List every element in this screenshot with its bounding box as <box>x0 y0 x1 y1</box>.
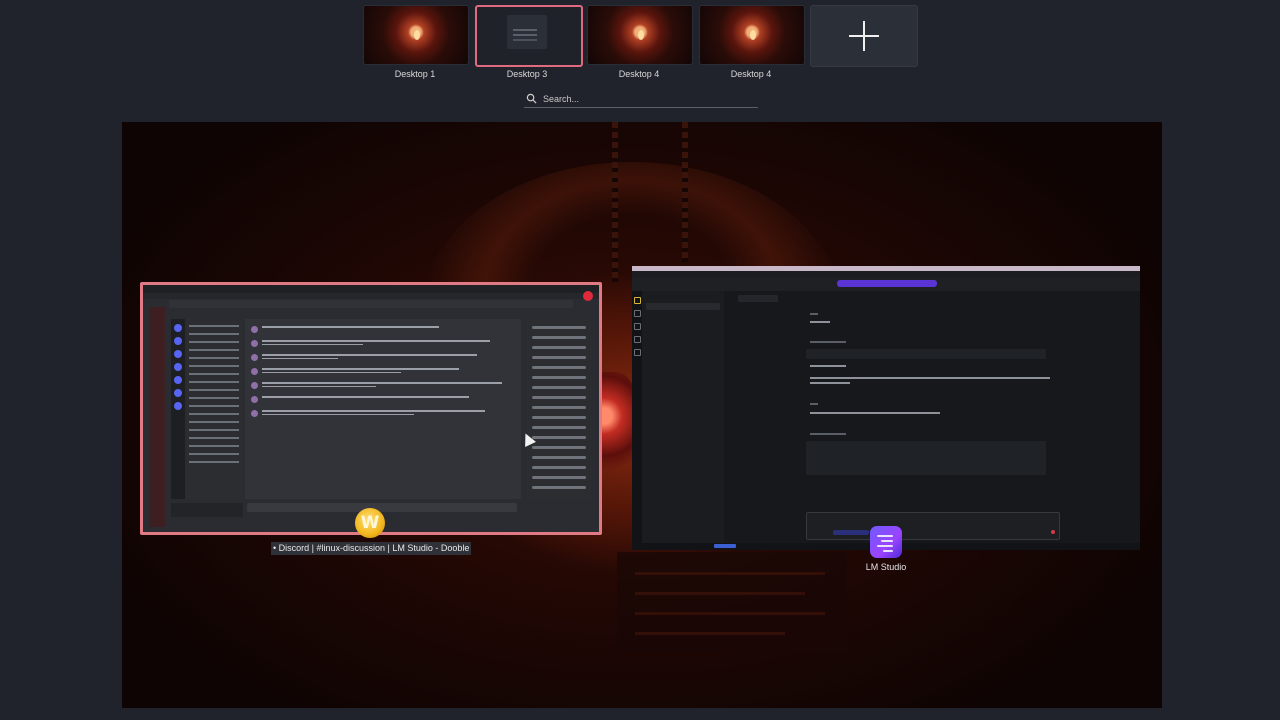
close-window-icon[interactable] <box>583 291 593 301</box>
desktop-thumbnail-4a[interactable] <box>587 5 693 65</box>
plus-icon <box>849 21 879 51</box>
lm-chat-list <box>642 291 724 543</box>
discord-member-list <box>527 319 591 499</box>
dooble-icon: W <box>355 508 385 538</box>
lm-sidebar-icons <box>632 291 642 543</box>
lm-message-input <box>806 512 1060 540</box>
window-caption-lm-studio[interactable]: LM Studio <box>856 562 916 572</box>
desktop-thumbnail-1[interactable] <box>363 5 469 65</box>
desktop-label-3: Desktop 3 <box>506 69 548 79</box>
window-preview-lm-studio[interactable] <box>632 266 1140 550</box>
desktop-label-1: Desktop 1 <box>394 69 436 79</box>
window-preview-discord-dooble[interactable] <box>140 282 602 535</box>
discord-chat-area <box>245 319 521 499</box>
lm-studio-icon <box>870 526 902 558</box>
discord-server-list <box>171 319 185 499</box>
desktop-thumbnail-3[interactable] <box>475 5 583 67</box>
lm-chat-main <box>724 291 1140 543</box>
window-caption-discord[interactable]: • Discord | #linux-discussion | LM Studi… <box>271 542 472 555</box>
discord-channel-list <box>185 319 243 499</box>
desktop-label-4b: Desktop 4 <box>730 69 772 79</box>
desktop-thumbnail-4b[interactable] <box>699 5 805 65</box>
desktop-label-4a: Desktop 4 <box>618 69 660 79</box>
search-placeholder: Search... <box>543 93 580 104</box>
add-desktop-button[interactable] <box>810 5 918 67</box>
virtual-desktop-bar: Desktop 1 Desktop 3 Desktop 4 Desktop 4 … <box>0 0 1280 120</box>
search-icon <box>526 93 537 104</box>
search-field[interactable]: Search... <box>524 90 758 108</box>
model-selector <box>837 280 937 287</box>
